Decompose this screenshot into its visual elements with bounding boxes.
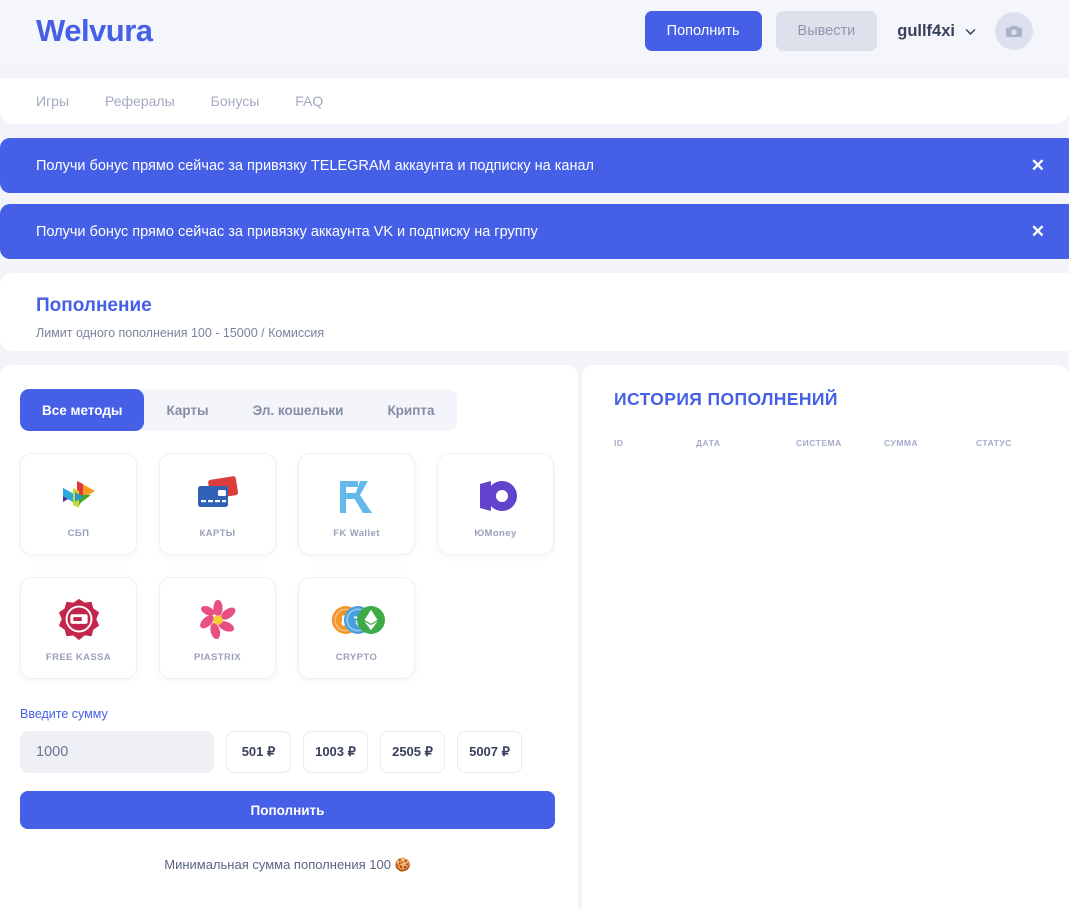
- quick-amount-1003[interactable]: 1003 ₽: [303, 731, 368, 773]
- piastrix-icon: [196, 594, 240, 646]
- avatar-upload-button[interactable]: [995, 12, 1033, 50]
- min-amount-note: Минимальная сумма пополнения 100 🍪: [164, 857, 411, 872]
- method-sbp[interactable]: СБП: [20, 453, 137, 555]
- method-label: СБП: [67, 527, 90, 539]
- method-label: КАРТЫ: [199, 527, 236, 539]
- main-nav: Игры Рефералы Бонусы FAQ: [0, 78, 1069, 124]
- withdraw-button[interactable]: Вывести: [775, 11, 878, 51]
- method-label: FREE KASSA: [45, 651, 112, 663]
- tab-crypto[interactable]: Крипта: [365, 389, 456, 431]
- nav-item-faq[interactable]: FAQ: [295, 93, 323, 109]
- column-status: СТАТУС: [976, 438, 1012, 448]
- alerts-container: Получи бонус прямо сейчас за привязку TE…: [0, 138, 1069, 259]
- brand-logo[interactable]: Welvura: [36, 13, 153, 49]
- history-title: ИСТОРИЯ ПОПОЛНЕНИЙ: [614, 389, 838, 409]
- method-crypto[interactable]: Ƀ ₮ CRYPTO: [298, 577, 415, 679]
- close-icon[interactable]: ✕: [1031, 223, 1049, 240]
- tab-cards[interactable]: Карты: [144, 389, 230, 431]
- fk-wallet-icon: [334, 470, 380, 522]
- payment-methods-grid: СБП КАРТЫ FK Wallet ЮMoney FREE KASSA PI…: [20, 453, 558, 679]
- amount-input[interactable]: [20, 731, 214, 773]
- method-piastrix[interactable]: PIASTRIX: [159, 577, 276, 679]
- history-panel: ИСТОРИЯ ПОПОЛНЕНИЙ ID ДАТА СИСТЕМА СУММА…: [582, 365, 1069, 909]
- column-amount: СУММА: [884, 438, 919, 448]
- deposit-header-card: Пополнение Лимит одного пополнения 100 -…: [0, 273, 1069, 351]
- column-id: ID: [614, 438, 624, 448]
- content-panels: Все методы Карты Эл. кошельки Крипта СБП…: [0, 365, 1069, 909]
- close-icon[interactable]: ✕: [1031, 157, 1049, 174]
- history-table: ID ДАТА СИСТЕМА СУММА СТАТУС: [614, 438, 1044, 454]
- deposit-button[interactable]: Пополнить: [644, 11, 762, 51]
- free-kassa-icon: [56, 594, 102, 646]
- quick-amount-2505[interactable]: 2505 ₽: [380, 731, 445, 773]
- alert-telegram-text: Получи бонус прямо сейчас за привязку TE…: [36, 157, 594, 174]
- username-label: gullf4xi: [897, 21, 955, 40]
- method-yoomoney[interactable]: ЮMoney: [437, 453, 554, 555]
- method-label: CRYPTO: [335, 651, 378, 663]
- deposit-panel: Все методы Карты Эл. кошельки Крипта СБП…: [0, 365, 578, 909]
- column-date: ДАТА: [696, 438, 721, 448]
- nav-item-bonuses[interactable]: Бонусы: [211, 93, 260, 109]
- chevron-down-icon: [964, 25, 977, 38]
- user-menu[interactable]: gullf4xi: [897, 22, 977, 41]
- page-title: Пополнение: [36, 295, 152, 316]
- deposit-limit-note: Лимит одного пополнения 100 - 15000 / Ко…: [36, 326, 325, 340]
- method-free-kassa[interactable]: FREE KASSA: [20, 577, 137, 679]
- amount-row: 501 ₽ 1003 ₽ 2505 ₽ 5007 ₽: [20, 731, 558, 773]
- sbp-icon: [55, 470, 103, 522]
- yoomoney-icon: [472, 470, 520, 522]
- method-label: PIASTRIX: [193, 651, 241, 663]
- page-root: Welvura Пополнить Вывести gullf4xi Игры …: [0, 0, 1069, 909]
- alert-vk-text: Получи бонус прямо сейчас за привязку ак…: [36, 223, 538, 240]
- method-tabs: Все методы Карты Эл. кошельки Крипта: [20, 389, 457, 431]
- quick-amount-501[interactable]: 501 ₽: [226, 731, 291, 773]
- table-header-row: ID ДАТА СИСТЕМА СУММА СТАТУС: [614, 438, 1044, 454]
- bank-cards-icon: [192, 470, 244, 522]
- method-cards[interactable]: КАРТЫ: [159, 453, 276, 555]
- method-label: ЮMoney: [474, 527, 517, 539]
- nav-item-games[interactable]: Игры: [36, 93, 69, 109]
- camera-icon: [1006, 26, 1022, 37]
- method-fk-wallet[interactable]: FK Wallet: [298, 453, 415, 555]
- tab-all-methods[interactable]: Все методы: [20, 389, 145, 431]
- crypto-coins-icon: Ƀ ₮: [329, 594, 385, 646]
- method-label: FK Wallet: [333, 527, 380, 539]
- site-header: Welvura Пополнить Вывести gullf4xi: [0, 0, 1069, 62]
- submit-deposit-button[interactable]: Пополнить: [20, 791, 555, 829]
- alert-telegram[interactable]: Получи бонус прямо сейчас за привязку TE…: [0, 138, 1069, 193]
- amount-label: Введите сумму: [20, 707, 108, 721]
- nav-item-referrals[interactable]: Рефералы: [105, 93, 175, 109]
- alert-vk[interactable]: Получи бонус прямо сейчас за привязку ак…: [0, 204, 1069, 259]
- tab-ewallets[interactable]: Эл. кошельки: [231, 389, 366, 431]
- quick-amount-5007[interactable]: 5007 ₽: [457, 731, 522, 773]
- column-system: СИСТЕМА: [796, 438, 842, 448]
- header-actions: Пополнить Вывести gullf4xi: [644, 11, 1033, 51]
